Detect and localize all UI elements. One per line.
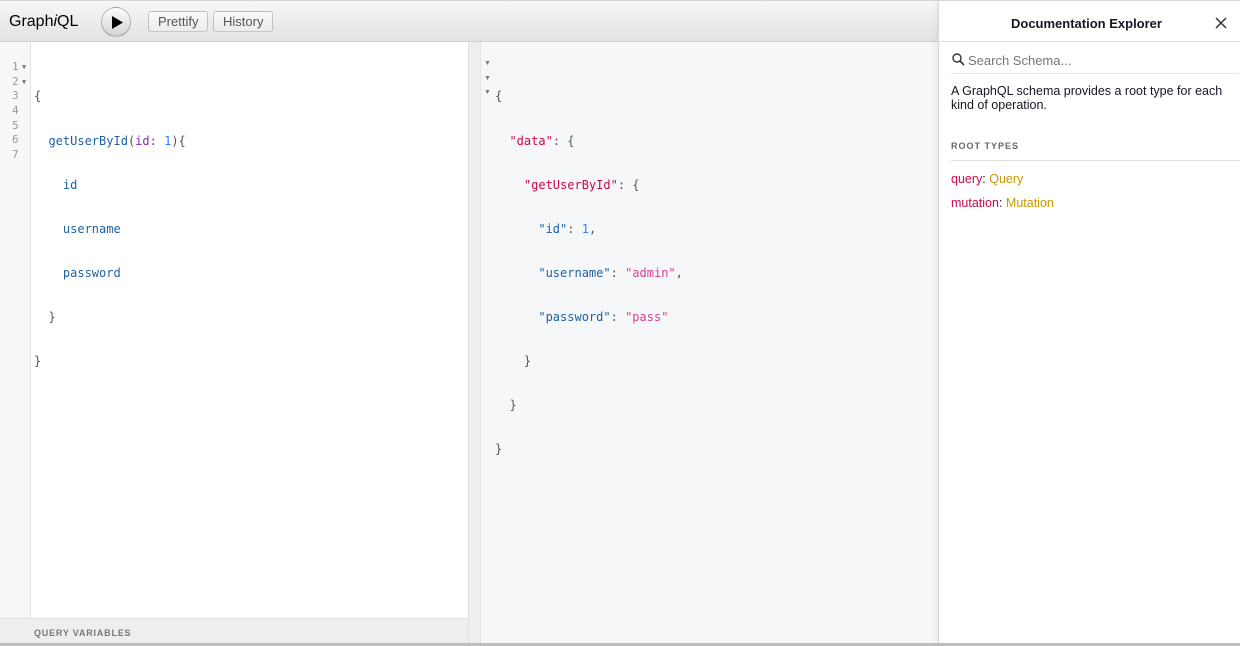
root-type-query: query: Query bbox=[951, 172, 1024, 186]
fold-arrow-icon[interactable]: ▼ bbox=[484, 89, 491, 104]
query-editor[interactable]: 1 ▼ 2 ▼ 3 4 5 6 7 { getUserById(id: 1){ id… bbox=[0, 42, 468, 618]
code-line: } bbox=[34, 309, 56, 324]
editor-gutter: 1 ▼ 2 ▼ 3 4 5 6 7 bbox=[0, 42, 31, 618]
line-number: 3 bbox=[12, 89, 19, 103]
root-type-mutation: mutation: Mutation bbox=[951, 196, 1054, 210]
result-folds: ▼ ▼ ▼ bbox=[484, 60, 491, 104]
result-line: } bbox=[495, 353, 532, 368]
root-type-link[interactable]: Mutation bbox=[1006, 196, 1054, 210]
history-button[interactable]: History bbox=[213, 11, 274, 32]
fold-arrow-icon[interactable]: ▼ bbox=[484, 60, 491, 75]
line-number: 4 bbox=[12, 104, 19, 118]
result-line: { bbox=[495, 89, 503, 104]
line-number: 1 ▼ bbox=[12, 60, 27, 75]
query-variables-toggle[interactable]: QUERY VARIABLES bbox=[0, 618, 468, 646]
result-line: "password": "pass" bbox=[538, 309, 669, 324]
code-line: getUserById(id: 1){ bbox=[48, 133, 186, 148]
code-line: password bbox=[62, 265, 121, 280]
query-variables-label: QUERY VARIABLES bbox=[34, 628, 132, 638]
result-viewer: ▼ ▼ ▼ { "data": { "getUserById": { "id":… bbox=[468, 42, 939, 646]
query-code[interactable]: { getUserById(id: 1){ id username passwo… bbox=[34, 60, 186, 398]
line-numbers: 1 ▼ 2 ▼ 3 4 5 6 7 bbox=[0, 60, 31, 163]
line-number: 2 ▼ bbox=[12, 74, 27, 90]
fold-arrow-icon[interactable]: ▼ bbox=[484, 75, 491, 90]
root-field-name: mutation bbox=[951, 196, 999, 210]
code-line: } bbox=[34, 353, 42, 368]
docs-title: Documentation Explorer bbox=[1011, 16, 1162, 31]
line-number: 7 bbox=[12, 148, 19, 162]
execute-query-button[interactable] bbox=[101, 7, 131, 37]
fold-arrow-icon[interactable]: ▼ bbox=[22, 75, 26, 90]
result-line: } bbox=[495, 398, 517, 413]
root-field-name: query bbox=[951, 172, 983, 186]
result-line: "username": "admin", bbox=[538, 265, 683, 280]
documentation-explorer: Documentation Explorer A GraphQL schema … bbox=[938, 0, 1240, 646]
schema-search-input[interactable] bbox=[968, 51, 1238, 69]
schema-description: A GraphQL schema provides a root type fo… bbox=[951, 84, 1223, 112]
result-code: { "data": { "getUserById": { "id": 1, "u… bbox=[495, 60, 683, 486]
result-line: "id": 1, bbox=[538, 221, 597, 236]
result-line: "getUserById": { bbox=[523, 177, 640, 192]
result-line: } bbox=[495, 442, 503, 457]
toolbar: GraphiQL Prettify History bbox=[0, 0, 938, 42]
graphiql-logo: GraphiQL bbox=[9, 13, 79, 30]
divider bbox=[951, 160, 1240, 161]
root-types-heading: ROOT TYPES bbox=[951, 141, 1020, 151]
root-type-link[interactable]: Query bbox=[989, 172, 1023, 186]
docs-header: Documentation Explorer bbox=[939, 0, 1240, 42]
graphiql-main: GraphiQL Prettify History 1 ▼ 2 ▼ 3 4 5 6 … bbox=[0, 0, 939, 646]
line-number: 6 bbox=[12, 133, 19, 147]
result-gutter bbox=[469, 42, 480, 646]
result-body: ▼ ▼ ▼ { "data": { "getUserById": { "id":… bbox=[480, 42, 939, 646]
code-line: { bbox=[34, 89, 42, 104]
search-icon bbox=[952, 53, 965, 66]
code-line: id bbox=[62, 177, 78, 192]
fold-arrow-icon[interactable]: ▼ bbox=[22, 60, 26, 75]
result-line: "data": { bbox=[509, 133, 575, 148]
prettify-button[interactable]: Prettify bbox=[148, 11, 209, 32]
code-line: username bbox=[62, 221, 121, 236]
line-number: 5 bbox=[12, 118, 19, 132]
schema-search bbox=[951, 50, 1239, 74]
play-icon bbox=[112, 16, 123, 29]
close-icon[interactable] bbox=[1215, 17, 1227, 29]
